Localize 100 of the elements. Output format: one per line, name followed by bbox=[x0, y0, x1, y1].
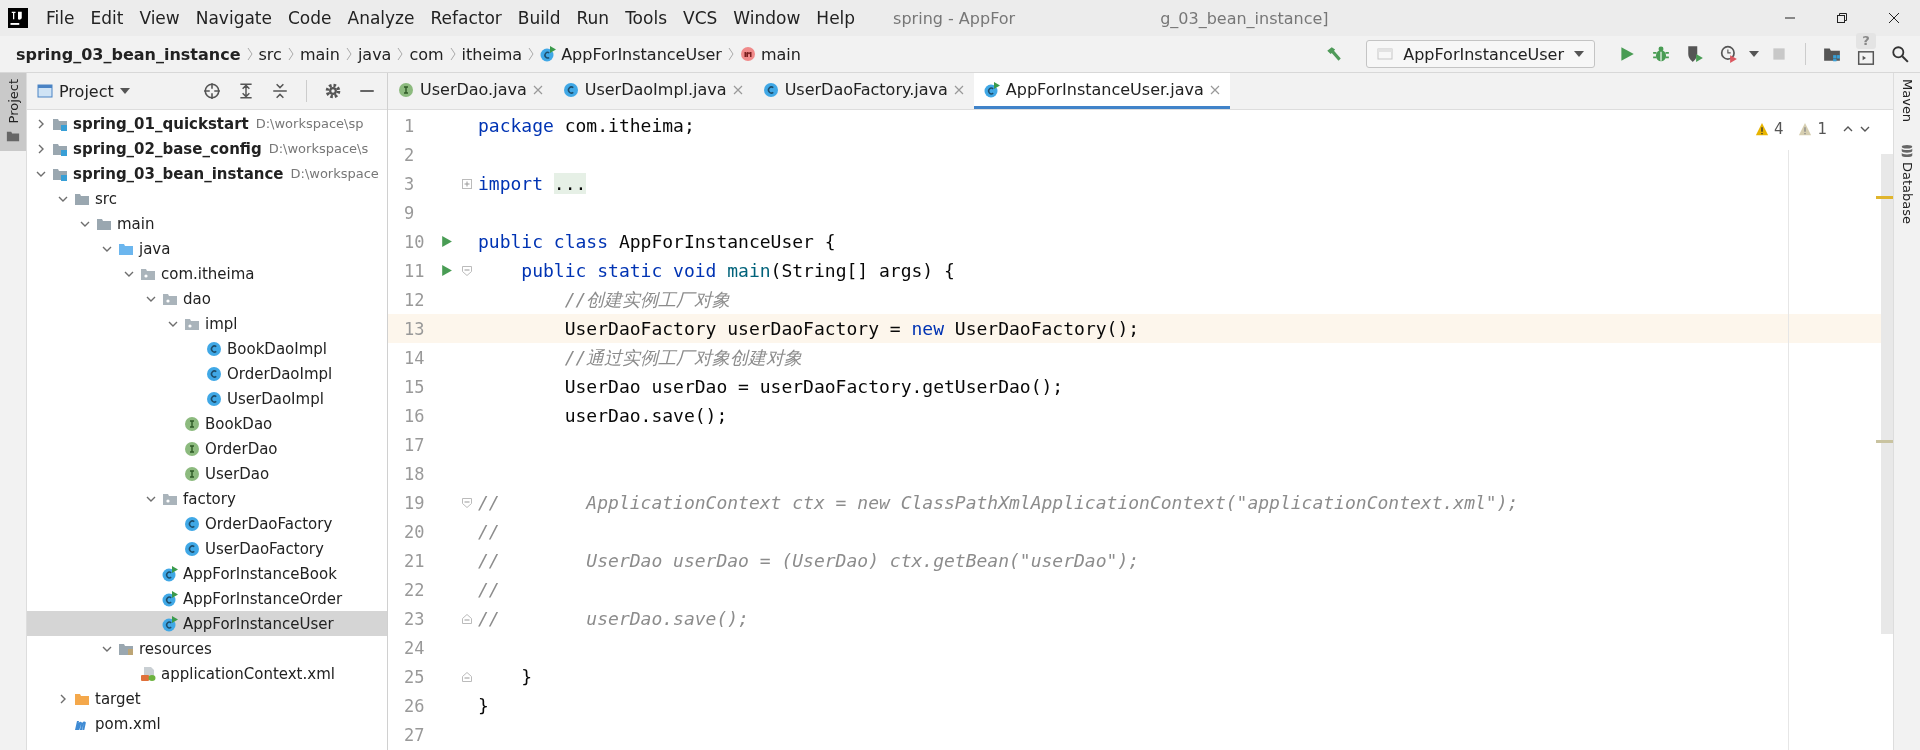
tree-item[interactable]: OrderDaoFactory bbox=[27, 511, 387, 536]
breadcrumb[interactable]: java bbox=[357, 44, 392, 64]
caret-icon[interactable] bbox=[1749, 51, 1759, 57]
menu-item[interactable]: Tools bbox=[617, 8, 675, 28]
class-icon bbox=[206, 365, 222, 382]
menu-item[interactable]: File bbox=[38, 8, 83, 28]
tree-item[interactable]: spring_02_base_config D:\workspace\s bbox=[27, 136, 387, 161]
caret-icon[interactable] bbox=[119, 88, 130, 94]
run-icon[interactable] bbox=[440, 264, 453, 277]
tree-item[interactable]: OrderDaoImpl bbox=[27, 361, 387, 386]
shield-run-icon[interactable] bbox=[1686, 45, 1704, 63]
tree-item[interactable]: spring_03_bean_instance D:\workspace bbox=[27, 161, 387, 186]
editor-tab[interactable]: UserDaoImpl.java bbox=[552, 73, 753, 109]
line-number: 16 bbox=[403, 405, 426, 426]
breadcrumb[interactable]: itheima bbox=[461, 44, 523, 64]
close-icon[interactable] bbox=[1888, 12, 1900, 24]
interface-icon bbox=[184, 415, 200, 432]
chevron-right-icon bbox=[396, 46, 405, 62]
menu-item[interactable]: Run bbox=[568, 8, 618, 28]
tree-item[interactable]: java bbox=[27, 236, 387, 261]
tree-item[interactable]: applicationContext.xml bbox=[27, 661, 387, 686]
clock-play-icon[interactable] bbox=[1720, 45, 1738, 63]
tree-item[interactable]: AppForInstanceBook bbox=[27, 561, 387, 586]
interface-icon bbox=[184, 440, 200, 457]
tree-item[interactable]: factory bbox=[27, 486, 387, 511]
run-icon[interactable] bbox=[440, 235, 453, 248]
project-tool-tab[interactable]: Project bbox=[0, 73, 26, 152]
panel-title-dropdown[interactable]: Project bbox=[59, 81, 114, 101]
tool-window-tab[interactable]: Database bbox=[1899, 144, 1915, 225]
code-line: //通过实例工厂对象创建对象 bbox=[563, 345, 803, 370]
restore-icon[interactable] bbox=[1836, 12, 1848, 24]
tree-item[interactable]: com.itheima bbox=[27, 261, 387, 286]
chevron-right-icon bbox=[245, 46, 254, 62]
warning-icon[interactable] bbox=[1798, 122, 1813, 136]
warning-count: 4 bbox=[1773, 120, 1784, 138]
menu-item[interactable]: Code bbox=[280, 8, 340, 28]
bug-icon[interactable] bbox=[1652, 45, 1670, 63]
chevron-right-icon bbox=[726, 46, 735, 62]
tree-item[interactable]: AppForInstanceUser bbox=[27, 611, 387, 636]
code-line: UserDao userDao = userDaoFactory.getUserDao(); bbox=[563, 376, 1064, 397]
line-number: 13 bbox=[403, 318, 426, 339]
breadcrumb[interactable]: AppForInstanceUser bbox=[561, 44, 722, 64]
tree-item[interactable]: main bbox=[27, 211, 387, 236]
menu-item[interactable]: VCS bbox=[675, 8, 726, 28]
tree-item[interactable]: UserDaoFactory bbox=[27, 536, 387, 561]
run-configuration-dropdown[interactable]: AppForInstanceUser bbox=[1366, 40, 1595, 68]
tree-item[interactable]: BookDaoImpl bbox=[27, 336, 387, 361]
search-icon[interactable] bbox=[1891, 45, 1909, 63]
warning-icon[interactable] bbox=[1754, 122, 1769, 136]
breadcrumb[interactable]: main bbox=[299, 44, 340, 64]
line-number: 23 bbox=[403, 608, 426, 629]
menu-item[interactable]: Build bbox=[509, 8, 569, 28]
runnable-class-icon bbox=[162, 615, 178, 632]
runnable-class-icon bbox=[540, 46, 557, 62]
line-number: 3 bbox=[403, 173, 416, 194]
editor-tab[interactable]: UserDaoFactory.java bbox=[752, 73, 974, 109]
menu-item[interactable]: Help bbox=[808, 8, 864, 28]
code-line: // userDao.save(); bbox=[477, 608, 749, 629]
class-icon bbox=[762, 81, 779, 98]
tree-item[interactable]: target bbox=[27, 686, 387, 711]
run-icon[interactable] bbox=[1618, 45, 1636, 63]
tool-window-tab[interactable]: Maven bbox=[1899, 79, 1915, 123]
tree-item[interactable]: BookDao bbox=[27, 411, 387, 436]
menu-item[interactable]: Edit bbox=[82, 8, 132, 28]
code-line: // UserDao userDao = (UserDao) ctx.getBean("userDao"); bbox=[477, 550, 1140, 571]
tree-item[interactable]: OrderDao bbox=[27, 436, 387, 461]
method-icon bbox=[739, 46, 756, 62]
project-structure-icon[interactable] bbox=[1823, 45, 1841, 63]
collapse-all-icon[interactable] bbox=[271, 82, 289, 100]
scrollbar[interactable] bbox=[1881, 154, 1893, 634]
crosshair-icon[interactable] bbox=[203, 82, 221, 100]
tree-item[interactable]: UserDaoImpl bbox=[27, 386, 387, 411]
line-number: 1 bbox=[403, 115, 416, 136]
breadcrumb[interactable]: src bbox=[258, 44, 282, 64]
tree-item[interactable]: pom.xml bbox=[27, 711, 387, 736]
editor-tab[interactable]: UserDao.java bbox=[388, 73, 553, 109]
menu-item[interactable]: Refactor bbox=[422, 8, 510, 28]
tree-item[interactable]: src bbox=[27, 186, 387, 211]
breadcrumb[interactable]: main bbox=[760, 44, 801, 64]
class-icon bbox=[184, 515, 200, 532]
menu-item[interactable]: View bbox=[131, 8, 188, 28]
menu-item[interactable]: Analyze bbox=[339, 8, 423, 28]
tree-item[interactable]: UserDao bbox=[27, 461, 387, 486]
tree-item[interactable]: resources bbox=[27, 636, 387, 661]
tree-item[interactable]: AppForInstanceOrder bbox=[27, 586, 387, 611]
breadcrumb[interactable]: spring_03_bean_instance bbox=[16, 44, 241, 64]
tree-item[interactable]: spring_01_quickstart D:\workspace\sp bbox=[27, 111, 387, 136]
editor-tab[interactable]: AppForInstanceUser.java bbox=[973, 73, 1230, 109]
code-line: } bbox=[477, 695, 489, 716]
chevron-right-icon bbox=[448, 46, 457, 62]
weak-warning-count: 1 bbox=[1817, 120, 1827, 138]
menu-item[interactable]: Window bbox=[725, 8, 809, 28]
tree-item[interactable]: dao bbox=[27, 286, 387, 311]
tree-item[interactable]: impl bbox=[27, 311, 387, 336]
menu-item[interactable]: Navigate bbox=[187, 8, 280, 28]
breadcrumb[interactable]: com bbox=[409, 44, 444, 64]
settings-icon[interactable] bbox=[324, 82, 342, 100]
terminal-icon[interactable] bbox=[1857, 49, 1875, 67]
expand-all-icon[interactable] bbox=[237, 82, 255, 100]
hammer-icon[interactable] bbox=[1325, 45, 1344, 63]
